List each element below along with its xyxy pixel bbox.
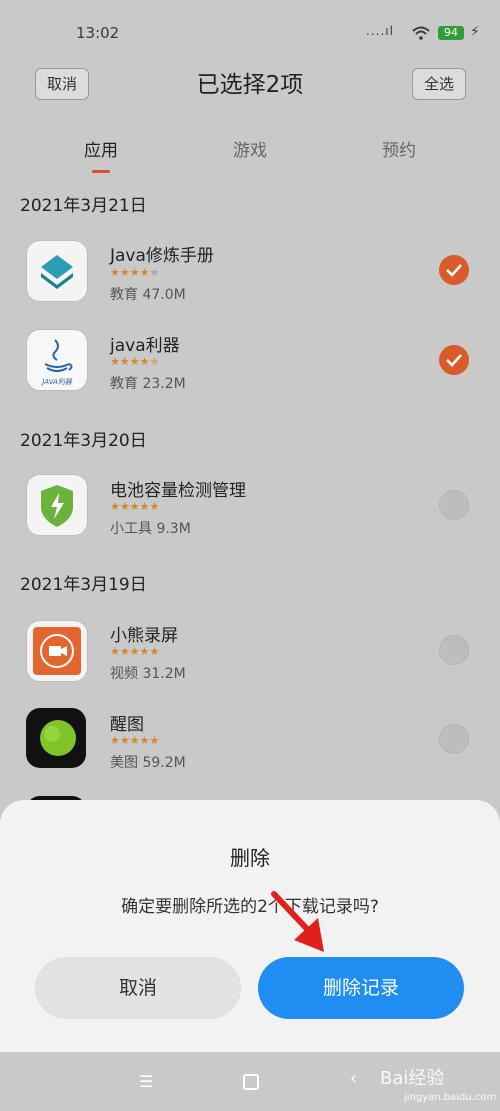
battery-icon: 94 (438, 26, 464, 40)
select-checkbox[interactable] (439, 724, 469, 754)
layers-icon (26, 240, 88, 302)
dialog-cancel-button[interactable]: 取消 (35, 957, 241, 1019)
dialog-title: 删除 (230, 846, 270, 870)
java-icon-caption: JAVA利器 (40, 378, 73, 386)
select-checkbox[interactable] (439, 490, 469, 520)
app-meta: 教育 23.2M (110, 376, 186, 392)
checkmark-icon (446, 354, 462, 367)
java-icon: JAVA利器 (26, 329, 88, 391)
charging-icon: ⚡ (470, 24, 480, 40)
tab-indicator (92, 170, 110, 173)
dialog-message: 确定要删除所选的2个下载记录吗? (121, 897, 379, 917)
app-name: 醒图 (110, 715, 144, 735)
status-bar: 13:02 ....ıl 94 ⚡ (0, 0, 500, 64)
app-name: 小熊录屏 (110, 626, 178, 646)
checkmark-icon (446, 264, 462, 277)
tab-reservations[interactable]: 预约 (382, 136, 416, 161)
select-all-button[interactable]: 全选 (412, 68, 466, 100)
tab-apps[interactable]: 应用 (84, 136, 118, 161)
app-meta: 视频 31.2M (110, 666, 186, 682)
signal-icon: ....ıl (366, 24, 394, 38)
select-checkbox[interactable] (439, 345, 469, 375)
rating-stars: ★★★★★ (110, 500, 160, 513)
xingtu-icon (26, 708, 86, 768)
status-time: 13:02 (76, 24, 120, 42)
section-date: 2021年3月21日 (20, 196, 147, 216)
rating-stars: ★★★★★ (110, 734, 160, 747)
app-name: Java修炼手册 (110, 246, 214, 266)
menu-icon[interactable]: ☰ (139, 1072, 153, 1091)
home-icon[interactable] (243, 1074, 259, 1090)
app-name: java利器 (110, 336, 180, 356)
section-date: 2021年3月20日 (20, 431, 147, 451)
select-checkbox[interactable] (439, 255, 469, 285)
rating-stars: ★★★★★ (110, 355, 160, 368)
app-name: 电池容量检测管理 (110, 481, 246, 501)
annotation-arrow-icon (271, 891, 324, 952)
watermark-logo: Bai经验 (380, 1068, 445, 1089)
back-icon[interactable]: ‹ (350, 1068, 357, 1089)
tab-games[interactable]: 游戏 (233, 136, 267, 161)
rating-stars: ★★★★★ (110, 645, 160, 658)
record-icon (26, 620, 88, 682)
watermark-url: jingyan.baidu.com (404, 1092, 497, 1103)
select-checkbox[interactable] (439, 635, 469, 665)
section-date: 2021年3月19日 (20, 575, 147, 595)
delete-records-button[interactable]: 删除记录 (258, 957, 464, 1019)
rating-stars: ★★★★★ (110, 266, 160, 279)
wifi-icon (412, 26, 430, 40)
app-meta: 教育 47.0M (110, 287, 186, 303)
app-meta: 小工具 9.3M (110, 521, 191, 537)
battery-shield-icon (26, 474, 88, 536)
delete-dialog (0, 800, 500, 1060)
app-meta: 美图 59.2M (110, 755, 186, 771)
